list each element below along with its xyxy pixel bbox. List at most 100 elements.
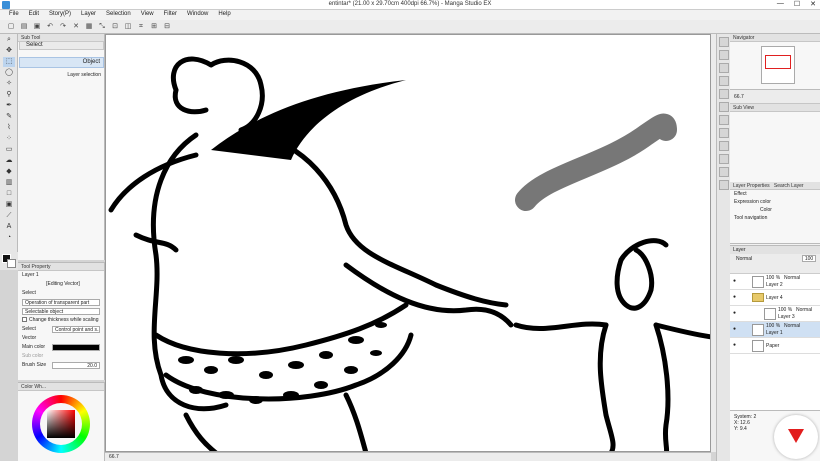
color-wheel[interactable] [32,395,90,453]
window-controls: — ☐ ✕ [777,0,816,8]
maximize-button[interactable]: ☐ [794,0,800,8]
select-tool-icon[interactable]: ⬚ [3,57,15,67]
change-thickness-checkbox[interactable] [22,317,27,323]
frame-tool-icon[interactable]: ▣ [3,200,15,210]
expression-color-value[interactable]: Color [730,206,820,214]
grid-snap-icon[interactable]: ⊟ [162,22,172,32]
background-color[interactable] [7,259,16,268]
menu-layer[interactable]: Layer [76,10,101,20]
eye-icon[interactable]: ● [733,311,738,316]
main-color-swatch[interactable] [52,344,100,351]
eye-icon[interactable]: ● [733,295,738,300]
color-chips[interactable] [0,252,18,270]
select-mode-dropdown[interactable]: Control point and s... [52,326,100,333]
layer-opacity-input[interactable]: 100 [802,255,816,262]
gradient-tool-icon[interactable]: ▥ [3,178,15,188]
fill-icon[interactable]: ▦ [84,22,94,32]
menu-edit[interactable]: Edit [24,10,44,20]
panel-toggle-icon[interactable] [719,50,729,60]
open-file-icon[interactable]: ▤ [19,22,29,32]
eyedropper-icon[interactable]: ⚲ [3,90,15,100]
layer-panel-tab[interactable]: Layer [730,246,820,254]
airbrush-icon[interactable]: ⁘ [3,134,15,144]
panel-toggle-icon[interactable] [719,37,729,47]
save-icon[interactable]: ▣ [32,22,42,32]
brush-tool-icon[interactable]: ⌇ [3,123,15,133]
canvas[interactable] [105,34,711,452]
menu-view[interactable]: View [136,10,159,20]
ruler-tool-icon[interactable]: ⟋ [3,211,15,221]
layer-row[interactable]: ● 100 % Normal Layer 3 [730,306,820,322]
skirt-spot [178,356,194,364]
new-file-icon[interactable]: ▢ [6,22,16,32]
search-layer-tab[interactable]: Search Layer [774,183,804,189]
layer-row[interactable]: ● 100 % Normal Layer 2 [730,274,820,290]
menu-story[interactable]: Story(P) [44,10,76,20]
menu-help[interactable]: Help [213,10,235,20]
subtool-tab-select[interactable]: Select [19,41,104,50]
eye-icon[interactable]: ● [733,343,738,348]
arm-right-lower [343,262,514,328]
magic-wand-icon[interactable]: ✧ [3,79,15,89]
blend-mode-dropdown[interactable]: Normal [736,256,752,262]
pencil-tool-icon[interactable]: ✎ [3,112,15,122]
blend-tool-icon[interactable]: ☁ [3,156,15,166]
layer-properties-tab[interactable]: Layer Properties [733,183,770,189]
minimize-button[interactable]: — [777,0,784,8]
panel-toggle-icon[interactable] [719,76,729,86]
menu-selection[interactable]: Selection [101,10,136,20]
navigator-zoom[interactable]: 66.7 [730,90,820,104]
snap-icon[interactable]: ⌗ [136,22,146,32]
clear-icon[interactable]: ✕ [71,22,81,32]
deselect-icon[interactable]: ⊡ [110,22,120,32]
ruler-snap-icon[interactable]: ⊞ [149,22,159,32]
close-button[interactable]: ✕ [810,0,816,8]
skirt-spot [314,381,328,389]
panel-toggle-icon[interactable] [719,63,729,73]
move-tool-icon[interactable]: ✥ [3,46,15,56]
panel-toggle-icon[interactable] [719,154,729,164]
eraser-icon[interactable]: ▭ [3,145,15,155]
menu-file[interactable]: File [4,10,24,20]
selectable-dropdown[interactable]: Selectable object [22,308,100,315]
text-tool-icon[interactable]: A [3,222,15,232]
pen-tool-icon[interactable]: ✒ [3,101,15,111]
panel-toggle-icon[interactable] [719,115,729,125]
layer-row[interactable]: ● Paper [730,338,820,354]
navigator-thumbnail[interactable] [761,46,795,84]
zoom-tool-icon[interactable]: ⌕ [3,35,15,45]
color-saturation-square[interactable] [47,410,75,438]
layer-row[interactable]: ● Layer 4 [730,290,820,306]
subtool-item-object[interactable]: Object [19,57,104,68]
select-row-label: Select [22,326,36,332]
change-thickness-row[interactable]: Change thickness while scaling [18,316,104,325]
panel-toggle-icon[interactable] [719,102,729,112]
figure-tool-icon[interactable]: □ [3,189,15,199]
eye-icon[interactable]: ● [733,279,738,284]
undo-icon[interactable]: ↶ [45,22,55,32]
panel-toggle-icon[interactable] [719,180,729,190]
balloon-tool-icon[interactable]: ◔ [3,233,15,243]
canvas-zoom-status[interactable]: 66.7 [105,452,711,461]
transform-icon[interactable]: ⤡ [97,22,107,32]
color-wheel-panel: Color Wh... [18,382,105,461]
navigator-viewport-box[interactable] [765,55,791,69]
menu-window[interactable]: Window [182,10,213,20]
lasso-tool-icon[interactable]: ◯ [3,68,15,78]
eye-icon[interactable]: ● [733,327,738,332]
redo-icon[interactable]: ↷ [58,22,68,32]
invert-selection-icon[interactable]: ◫ [123,22,133,32]
small-body-left [597,322,616,451]
operation-dropdown[interactable]: Operation of transparent part [22,299,100,306]
panel-toggle-icon[interactable] [719,89,729,99]
brush-size-input[interactable]: 20.0 [52,362,100,369]
panel-toggle-icon[interactable] [719,128,729,138]
skirt-spot [319,351,333,359]
fill-tool-icon[interactable]: ◆ [3,167,15,177]
panel-toggle-icon[interactable] [719,167,729,177]
menu-filter[interactable]: Filter [159,10,182,20]
layer-row[interactable]: ● 100 % Normal Layer 1 [730,322,820,338]
subtool-item-layer-selection[interactable]: Layer selection [19,71,104,80]
layer-name: Layer 4 [766,295,783,301]
panel-toggle-icon[interactable] [719,141,729,151]
